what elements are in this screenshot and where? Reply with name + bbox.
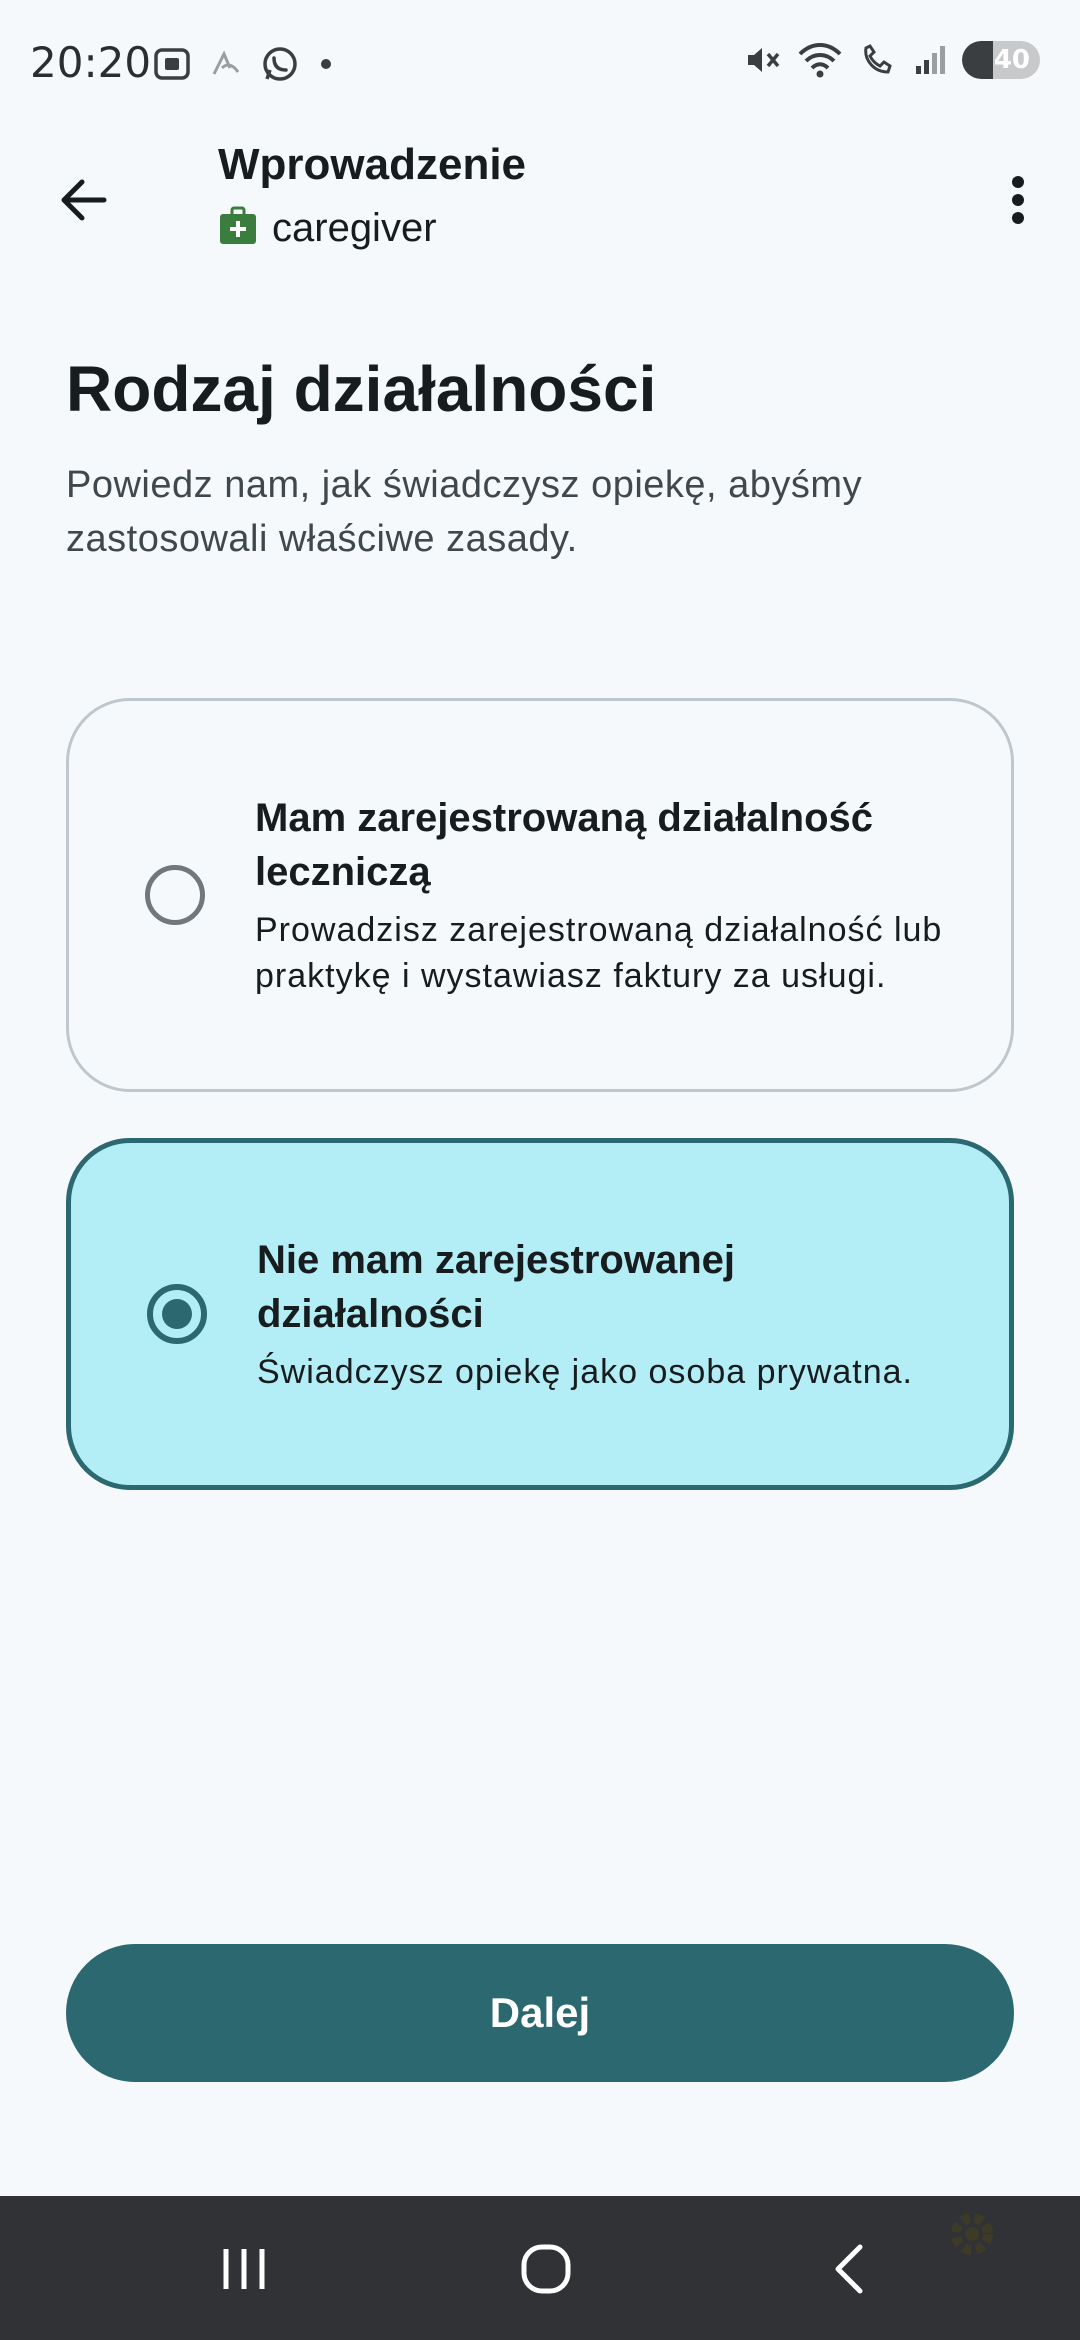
recents-icon xyxy=(223,2249,265,2289)
back-icon xyxy=(835,2244,863,2294)
next-button-label: Dalej xyxy=(489,1989,591,2036)
home-button[interactable] xyxy=(486,2224,606,2314)
battery-level: 40 xyxy=(993,45,1030,75)
medical-bag-icon xyxy=(218,206,258,251)
radio-button-unselected[interactable] xyxy=(145,865,205,925)
next-button[interactable]: Dalej xyxy=(66,1944,1014,2082)
option-title: Mam zarejestrowaną działalność leczniczą xyxy=(255,796,874,894)
arrow-back-icon xyxy=(61,179,107,221)
more-options-button[interactable] xyxy=(982,160,1054,240)
system-back-button[interactable] xyxy=(790,2224,910,2314)
option-registered-business[interactable]: Mam zarejestrowaną działalność leczniczą… xyxy=(66,698,1014,1092)
option-text: Nie mam zarejestrowanej działalności Świ… xyxy=(257,1233,949,1395)
home-icon xyxy=(521,2244,571,2294)
app-bar: Wprowadzenie caregiver xyxy=(0,120,1080,270)
screenshot-icon xyxy=(152,44,192,84)
wifi-icon xyxy=(796,40,844,80)
option-text: Mam zarejestrowaną działalność leczniczą… xyxy=(255,791,951,999)
option-description: Świadczysz opiekę jako osoba prywatna. xyxy=(257,1353,913,1391)
notification-dot-icon xyxy=(316,54,336,74)
more-vert-icon xyxy=(1012,176,1024,224)
status-icons-right: 40 xyxy=(742,40,1040,80)
gear-icon xyxy=(942,2204,1002,2269)
recents-button[interactable] xyxy=(184,2224,304,2314)
page-description: Powiedz nam, jak świadczysz opiekę, abyś… xyxy=(66,464,863,560)
status-time: 20:20 xyxy=(30,38,152,87)
option-private-person[interactable]: Nie mam zarejestrowanej działalności Świ… xyxy=(66,1138,1014,1490)
wifi-calling-icon xyxy=(858,40,898,80)
option-description: Prowadzisz zarejestrowaną działalność lu… xyxy=(255,911,943,995)
page-title: Rodzaj działalności xyxy=(66,353,657,425)
ai-icon xyxy=(208,46,244,82)
radio-dot xyxy=(162,1299,192,1329)
role-label: caregiver xyxy=(272,206,437,250)
mute-icon xyxy=(742,40,782,80)
app-subtitle: caregiver xyxy=(218,206,437,251)
radio-button-selected[interactable] xyxy=(147,1284,207,1344)
back-button[interactable] xyxy=(44,160,124,240)
battery-icon: 40 xyxy=(962,41,1040,79)
signal-icon xyxy=(912,42,948,78)
option-title: Nie mam zarejestrowanej działalności xyxy=(257,1238,735,1336)
system-nav-bar xyxy=(0,2196,1080,2340)
status-icons-left xyxy=(152,44,336,84)
app-title: Wprowadzenie xyxy=(218,140,527,189)
whatsapp-icon xyxy=(260,44,300,84)
status-bar: 20:20 40 xyxy=(0,0,1080,120)
screen: 20:20 40 Wprowadzenie caregiver Rodzaj d… xyxy=(0,0,1080,2340)
